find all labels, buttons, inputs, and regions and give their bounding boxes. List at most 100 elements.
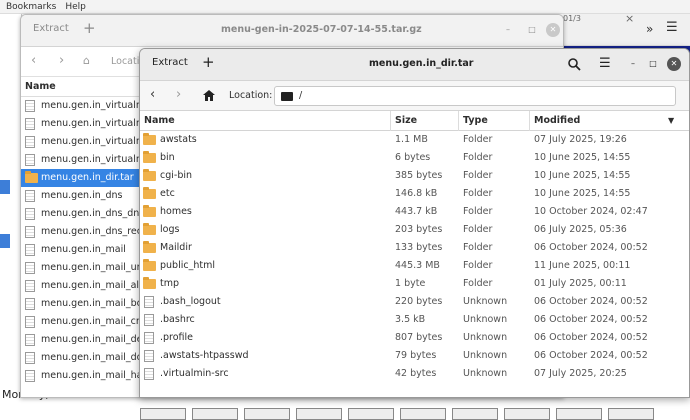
list-item-label: menu.gen.in_mail	[41, 244, 126, 255]
cell-name: .awstats-htpasswd	[160, 350, 249, 361]
cell-name: awstats	[160, 134, 197, 145]
table-row[interactable]: bin 6 bytes Folder 10 June 2025, 14:55	[140, 149, 689, 167]
table-row[interactable]: public_html 445.3 MB Folder 11 June 2025, 0…	[140, 257, 689, 275]
extract-button-back[interactable]: Extract	[33, 23, 69, 34]
cell-type: Unknown	[463, 314, 508, 325]
archive-window-front: Extract + menu.gen.in_dir.tar ☰ – □ ✕ ‹ …	[139, 48, 690, 398]
folder-icon	[143, 223, 156, 235]
window-back-header: Extract + menu-gen-in-2025-07-07-14-55.t…	[21, 15, 563, 47]
search-icon[interactable]	[568, 58, 581, 71]
file-icon	[144, 332, 154, 344]
folder-icon	[143, 169, 156, 181]
background-tile[interactable]	[296, 408, 342, 420]
cell-modified: 01 July 2025, 00:11	[534, 278, 627, 289]
background-tile[interactable]	[452, 408, 498, 420]
column-header-type[interactable]: Type	[459, 111, 530, 131]
table-row[interactable]: tmp 1 byte Folder 01 July 2025, 00:11	[140, 275, 689, 293]
home-icon-back[interactable]: ⌂	[83, 54, 90, 67]
list-item-label: menu.gen.in_mail_alias	[41, 280, 153, 291]
file-icon	[25, 334, 35, 346]
background-menu-icon[interactable]: ☰	[666, 20, 678, 35]
menu-bookmarks[interactable]: Bookmarks	[6, 0, 56, 14]
folder-icon	[143, 151, 156, 163]
file-icon	[25, 100, 35, 112]
background-selection-mark	[0, 234, 10, 248]
cell-name: bin	[160, 152, 175, 163]
background-tile[interactable]	[140, 408, 186, 420]
table-row[interactable]: .bash_logout 220 bytes Unknown 06 October 2…	[140, 293, 689, 311]
folder-icon	[143, 259, 156, 271]
background-tile[interactable]	[504, 408, 550, 420]
window-front-header: Extract + menu.gen.in_dir.tar ☰ – □ ✕	[140, 49, 689, 81]
cell-size: 42 bytes	[395, 368, 437, 379]
minimize-icon[interactable]: –	[626, 57, 640, 71]
cell-modified: 06 October 2024, 00:52	[534, 296, 648, 307]
cell-name: .virtualmin-src	[160, 368, 229, 379]
file-icon	[25, 118, 35, 130]
column-header-modified[interactable]: Modified	[530, 111, 689, 131]
table-row[interactable]: cgi-bin 385 bytes Folder 10 June 2025, 14:5…	[140, 167, 689, 185]
table-row[interactable]: etc 146.8 kB Folder 10 June 2025, 14:55	[140, 185, 689, 203]
menu-icon[interactable]: ☰	[599, 56, 611, 71]
list-item-label: menu.gen.in_mail_hash	[41, 370, 154, 381]
background-tab-fragment: 01/3	[563, 14, 581, 23]
table-row[interactable]: .virtualmin-src 42 bytes Unknown 07 July 20…	[140, 365, 689, 383]
close-icon[interactable]: ✕	[667, 57, 681, 71]
list-item-label: menu.gen.in_mail_url	[41, 262, 144, 273]
column-header-size[interactable]: Size	[391, 111, 459, 131]
background-tile[interactable]	[556, 408, 602, 420]
cell-modified: 10 June 2025, 14:55	[534, 170, 631, 181]
file-icon	[144, 314, 154, 326]
maximize-icon[interactable]: □	[646, 57, 660, 71]
maximize-icon-back[interactable]: □	[525, 23, 539, 37]
background-tile[interactable]	[244, 408, 290, 420]
sort-arrow-icon[interactable]: ▼	[668, 116, 674, 125]
add-icon-back[interactable]: +	[83, 19, 96, 37]
table-row[interactable]: .bashrc 3.5 kB Unknown 06 October 2024, 00:…	[140, 311, 689, 329]
cell-size: 445.3 MB	[395, 260, 440, 271]
table-row[interactable]: awstats 1.1 MB Folder 07 July 2025, 19:26	[140, 131, 689, 149]
background-tile[interactable]	[608, 408, 654, 420]
file-icon	[25, 208, 35, 220]
add-icon[interactable]: +	[202, 53, 215, 71]
table-row[interactable]: logs 203 bytes Folder 06 July 2025, 05:36	[140, 221, 689, 239]
cell-type: Folder	[463, 224, 493, 235]
background-more-tabs-icon[interactable]: »	[646, 22, 653, 36]
cell-type: Folder	[463, 170, 493, 181]
folder-icon	[25, 171, 38, 183]
background-tile[interactable]	[400, 408, 446, 420]
cell-type: Folder	[463, 206, 493, 217]
back-arrow-icon[interactable]: ‹	[150, 88, 155, 102]
cell-name: homes	[160, 206, 192, 217]
close-icon-back[interactable]: ✕	[546, 23, 560, 37]
file-icon	[25, 244, 35, 256]
forward-arrow-icon[interactable]: ›	[176, 88, 181, 102]
cell-name: Maildir	[160, 242, 192, 253]
menu-help[interactable]: Help	[65, 0, 86, 14]
cell-size: 220 bytes	[395, 296, 443, 307]
background-close-tab-icon[interactable]: ×	[625, 12, 634, 25]
list-item-label: menu.gen.in_mail_dom	[41, 352, 152, 363]
cell-modified: 06 October 2024, 00:52	[534, 314, 648, 325]
file-icon	[25, 226, 35, 238]
table-row[interactable]: Maildir 133 bytes Folder 06 October 2024, 0…	[140, 239, 689, 257]
home-icon[interactable]	[203, 90, 215, 101]
minimize-icon-back[interactable]: –	[501, 23, 515, 37]
name-header-back[interactable]: Name	[21, 77, 139, 97]
list-item-label: menu.gen.in_virtualmin	[41, 136, 154, 147]
table-row[interactable]: .profile 807 bytes Unknown 06 October 2024,…	[140, 329, 689, 347]
location-field[interactable]: /	[274, 86, 676, 106]
table-row[interactable]: .awstats-htpasswd 79 bytes Unknown 06 Octob…	[140, 347, 689, 365]
column-header-name[interactable]: Name	[140, 111, 391, 131]
forward-arrow-icon-back[interactable]: ›	[59, 53, 64, 68]
back-arrow-icon-back[interactable]: ‹	[31, 53, 36, 68]
background-tile[interactable]	[192, 408, 238, 420]
background-tile[interactable]	[348, 408, 394, 420]
extract-button[interactable]: Extract	[152, 57, 188, 68]
cell-name: tmp	[160, 278, 180, 289]
cell-name: logs	[160, 224, 180, 235]
window-front-title: menu.gen.in_dir.tar	[369, 58, 474, 69]
cell-modified: 06 October 2024, 00:52	[534, 350, 648, 361]
cell-type: Folder	[463, 134, 493, 145]
table-row[interactable]: homes 443.7 kB Folder 10 October 2024, 02:4…	[140, 203, 689, 221]
